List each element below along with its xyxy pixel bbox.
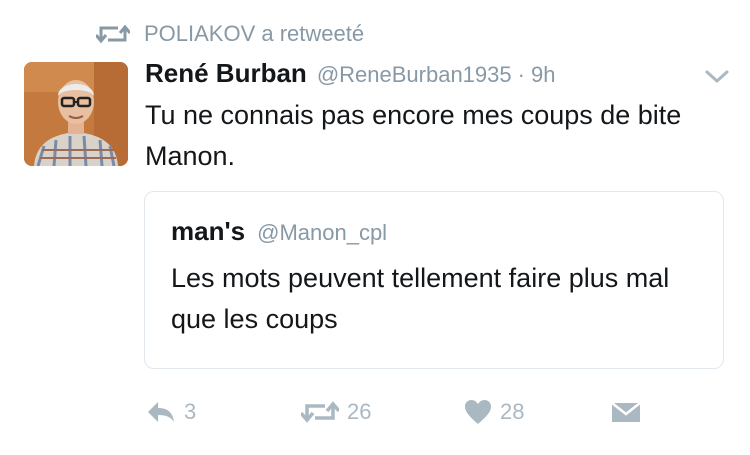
- reply-count: 3: [184, 399, 197, 424]
- reply-button[interactable]: 3: [146, 392, 196, 432]
- chevron-down-icon[interactable]: [704, 68, 730, 86]
- avatar[interactable]: [24, 62, 128, 166]
- timestamp[interactable]: 9h: [531, 62, 555, 88]
- retweet-header: POLIAKOV a retweeté: [94, 20, 364, 48]
- direct-message-button[interactable]: [611, 392, 641, 432]
- retweet-button[interactable]: 26: [301, 392, 371, 432]
- heart-icon: [464, 399, 492, 425]
- tweet-text: Tu ne connais pas encore mes coups de bi…: [145, 100, 682, 171]
- author-handle[interactable]: @ReneBurban1935: [317, 62, 512, 88]
- retweet-header-text[interactable]: POLIAKOV a retweeté: [144, 21, 364, 47]
- retweet-icon: [94, 23, 132, 45]
- quoted-author-handle: @Manon_cpl: [257, 220, 388, 245]
- quoted-author-name: man's: [171, 216, 246, 246]
- reply-icon: [146, 400, 176, 424]
- retweet-icon: [301, 400, 339, 424]
- like-button[interactable]: 28: [464, 392, 524, 432]
- separator-dot: ·: [517, 62, 525, 87]
- like-count: 28: [500, 399, 525, 424]
- quoted-tweet-text: Les mots peuvent tellement faire plus ma…: [171, 263, 670, 334]
- quoted-tweet-header: man's @Manon_cpl: [171, 216, 387, 247]
- tweet-header: René Burban @ReneBurban1935 · 9h: [145, 58, 555, 92]
- retweet-count: 26: [347, 399, 372, 424]
- tweet-actions: 3 26 28: [0, 392, 750, 432]
- quoted-tweet-card[interactable]: man's @Manon_cpl Les mots peuvent tellem…: [144, 191, 724, 369]
- author-name[interactable]: René Burban: [145, 58, 307, 89]
- envelope-icon: [611, 400, 641, 424]
